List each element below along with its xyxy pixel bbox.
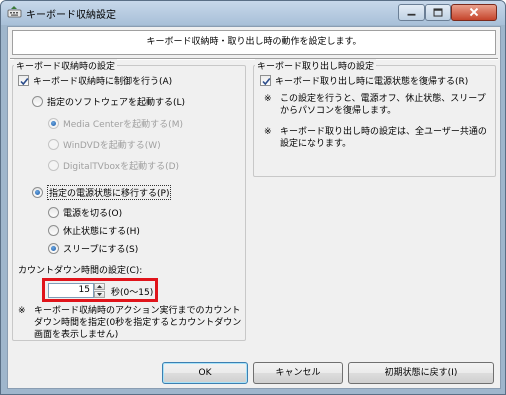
reset-defaults-button[interactable]: 初期状態に戻す(I) [348,362,494,384]
note-mark: ※ [264,127,272,137]
radio-unselected-icon [48,207,59,218]
power-off-radio[interactable]: 電源を切る(O) [48,206,122,219]
close-icon[interactable] [451,4,497,21]
countdown-spinner [94,283,105,298]
radio-unselected-icon [48,225,59,236]
media-center-radio[interactable]: Media Centerを起動する(M) [48,117,183,130]
countdown-input[interactable]: 15 [48,283,94,298]
radio-unselected-icon [48,139,59,150]
removal-group-title: キーボード取り出し時の設定 [255,59,377,72]
maximize-icon[interactable] [425,4,451,21]
hibernate-radio[interactable]: 休止状態にする(H) [48,224,140,237]
countdown-note-text: キーボード収納時のアクション実行までのカウントダウン時間を指定(0秒を指定すると… [34,306,242,340]
radio-unselected-icon [32,96,43,107]
keyboard-app-icon [7,5,22,20]
spin-up-icon[interactable] [94,283,105,290]
countdown-highlight-box: 15 秒(0～15) [42,278,158,302]
power-state-label: 指定の電源状態に移行する(P) [47,185,172,200]
radio-selected-icon [32,187,43,198]
countdown-note: ※ キーボード収納時のアクション実行までのカウントダウン時間を指定(0秒を指定す… [18,305,243,341]
sleep-radio[interactable]: スリープにする(S) [48,242,138,255]
launch-software-label: 指定のソフトウェアを起動する(L) [47,98,186,108]
storage-group-title: キーボード収納時の設定 [14,59,118,72]
restore-power-checkbox[interactable]: キーボード取り出し時に電源状態を復帰する(R) [260,74,468,87]
control-on-storage-label: キーボード収納時に制御を行う(A) [33,77,173,87]
digitaltvbox-label: DigitalTVboxを起動する(D) [63,162,180,172]
control-on-storage-checkbox[interactable]: キーボード収納時に制御を行う(A) [18,74,172,87]
digitaltvbox-radio[interactable]: DigitalTVboxを起動する(D) [48,159,179,172]
dialog-window: キーボード収納設定 キーボード収納時・取り出し時の動作を設定します。 キーボード… [0,0,506,395]
checkbox-checked-icon [260,75,271,86]
windvd-label: WinDVDを起動する(W) [63,141,161,151]
removal-note-1-text: この設定を行うと、電源オフ、休止状態、スリープからパソコンを復帰します。 [280,94,486,116]
title-bar[interactable]: キーボード収納設定 [1,1,505,25]
launch-software-radio[interactable]: 指定のソフトウェアを起動する(L) [32,95,185,108]
sleep-label: スリープにする(S) [63,245,139,255]
radio-selected-icon [48,118,59,129]
spin-down-icon[interactable] [94,291,105,298]
checkbox-checked-icon [18,75,29,86]
note-mark: ※ [18,306,26,316]
restore-power-label: キーボード取り出し時に電源状態を復帰する(R) [275,77,469,87]
note-mark: ※ [264,94,272,104]
countdown-unit: 秒(0～15) [111,288,154,298]
countdown-label: カウントダウン時間の設定(C): [18,266,143,276]
window-title: キーボード収納設定 [26,10,116,21]
removal-note-2-text: キーボード取り出し時の設定は、全ユーザー共通の設定になります。 [280,127,487,149]
ok-button[interactable]: OK [162,362,248,384]
header-banner: キーボード収納時・取り出し時の動作を設定します。 [12,30,496,55]
removal-note-2: ※ キーボード取り出し時の設定は、全ユーザー共通の設定になります。 [264,126,492,150]
dialog-client-area: キーボード収納時・取り出し時の動作を設定します。 キーボード収納時の設定 キーボ… [7,26,501,389]
hibernate-label: 休止状態にする(H) [63,227,140,237]
power-off-label: 電源を切る(O) [63,209,123,219]
radio-unselected-icon [48,160,59,171]
cancel-button[interactable]: キャンセル [253,362,343,384]
removal-note-1: ※ この設定を行うと、電源オフ、休止状態、スリープからパソコンを復帰します。 [264,93,492,117]
power-state-radio[interactable]: 指定の電源状態に移行する(P) [32,185,172,200]
windvd-radio[interactable]: WinDVDを起動する(W) [48,138,161,151]
radio-selected-icon [48,243,59,254]
minimize-icon[interactable] [398,4,425,21]
media-center-label: Media Centerを起動する(M) [63,120,183,130]
